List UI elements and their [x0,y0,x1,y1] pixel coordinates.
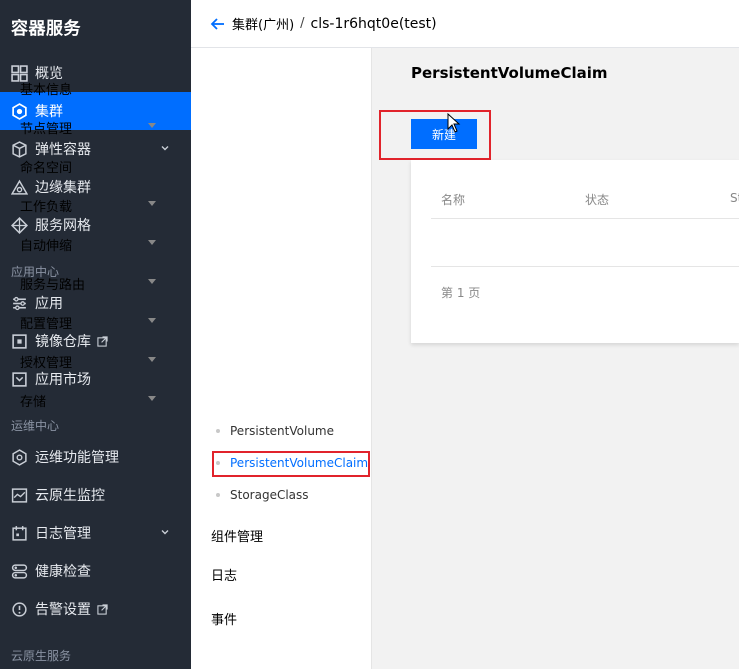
sidebar-item-health-check[interactable]: 健康检查 [0,552,191,590]
submenu-components[interactable]: 组件管理 [211,526,361,545]
sidebar-item-label: 弹性容器 [35,142,91,158]
caret-down-icon [148,123,156,128]
health-icon [10,562,28,580]
caret-down-icon [148,240,156,245]
sidebar-item-log-management[interactable]: 日志管理 [0,514,191,552]
submenu-storage[interactable]: 存储 [20,391,170,410]
chevron-down-icon [161,146,169,151]
pvc-table-panel: 名称 状态 St 第 1 页 [411,160,739,343]
submenu-label: 日志 [211,569,238,584]
submenu-authorization[interactable]: 授权管理 [20,352,170,371]
column-header-storage: St [730,191,739,205]
submenu-label: 服务与路由 [20,278,86,293]
cube-icon [10,140,28,158]
external-link-icon [97,335,108,347]
submenu-label: 基本信息 [20,83,73,98]
submenu-events[interactable]: 事件 [211,609,361,628]
caret-down-icon [148,396,156,401]
back-arrow-icon[interactable] [210,16,226,32]
sidebar-item-label: 运维功能管理 [35,450,119,466]
chevron-down-icon [161,530,169,535]
submenu-autoscaling[interactable]: 自动伸缩 [20,235,170,254]
alarm-icon [10,600,28,618]
submenu-workload[interactable]: 工作负载 [20,196,170,215]
column-header-status: 状态 [585,193,610,207]
sidebar-item-label: 服务网格 [35,218,91,234]
submenu-label: 节点管理 [20,122,73,137]
sidebar-item-label: 日志管理 [35,526,91,542]
bullet-dot [216,493,220,497]
breadcrumb: 集群(广州) / cls-1r6hqt0e(test) [191,0,739,48]
caret-down-icon [148,357,156,362]
column-header-name: 名称 [441,193,466,207]
mesh-icon [10,216,28,234]
sidebar-item-label: 云原生监控 [35,488,105,504]
submenu-config-management[interactable]: 配置管理 [20,313,170,332]
create-button[interactable]: 新建 [411,119,477,149]
submenu-label: 自动伸缩 [20,239,73,254]
breadcrumb-parent[interactable]: 集群(广州) [232,14,294,33]
submenu-storage-class[interactable]: StorageClass [216,488,309,502]
highlight-annotation [212,451,370,477]
submenu-service-routing[interactable]: 服务与路由 [20,274,170,293]
caret-down-icon [148,201,156,206]
log-icon [10,524,28,542]
mouse-cursor-icon [447,113,461,133]
page-title: PersistentVolumeClaim [411,64,608,82]
submenu-label: 组件管理 [211,530,264,545]
submenu-label: 命名空间 [20,161,73,176]
sidebar-item-label: 健康检查 [35,564,91,580]
pagination-label: 第 1 页 [441,286,481,300]
submenu-logs[interactable]: 日志 [211,565,361,584]
external-link-icon [97,603,108,615]
submenu-namespace[interactable]: 命名空间 [20,157,170,176]
sidebar-item-label: 应用市场 [35,372,91,388]
market-icon [10,370,28,388]
table-divider [431,266,739,267]
table-divider [431,218,739,219]
breadcrumb-separator: / [300,16,305,31]
main-sidebar: 容器服务 概览 集群 弹性容器 边缘集群 服务网格 应用中心 应用 镜像仓库 应… [0,0,191,669]
sidebar-item-label: 告警设置 [35,602,91,618]
submenu-label: 工作负载 [20,200,73,215]
submenu-child-label: StorageClass [230,488,309,502]
brand-title: 容器服务 [11,19,81,39]
submenu-child-label: PersistentVolume [230,424,334,438]
sidebar-item-label: 边缘集群 [35,180,91,196]
caret-down-icon [148,318,156,323]
submenu-persistent-volume[interactable]: PersistentVolume [216,424,334,438]
sidebar-item-label: 应用 [35,296,63,312]
bullet-dot [216,429,220,433]
image-icon [10,332,28,350]
sidebar-item-ops-management[interactable]: 运维功能管理 [0,438,191,476]
sidebar-item-cloud-monitor[interactable]: 云原生监控 [0,476,191,514]
submenu-node-management[interactable]: 节点管理 [20,118,170,137]
submenu-label: 配置管理 [20,317,73,332]
app-icon [10,294,28,312]
submenu-basic-info[interactable]: 基本信息 [20,79,170,98]
section-label-ops-center: 运维中心 [11,419,60,433]
monitor-icon [10,486,28,504]
edge-icon [10,178,28,196]
section-label-cloud-native: 云原生服务 [11,649,72,663]
sidebar-item-label: 镜像仓库 [35,334,91,350]
caret-down-icon [148,279,156,284]
breadcrumb-current: cls-1r6hqt0e(test) [310,15,437,32]
submenu-label: 事件 [211,613,238,628]
submenu-label: 授权管理 [20,356,73,371]
sidebar-item-alarm-settings[interactable]: 告警设置 [0,590,191,628]
ops-icon [10,448,28,466]
submenu-label: 存储 [20,395,47,410]
